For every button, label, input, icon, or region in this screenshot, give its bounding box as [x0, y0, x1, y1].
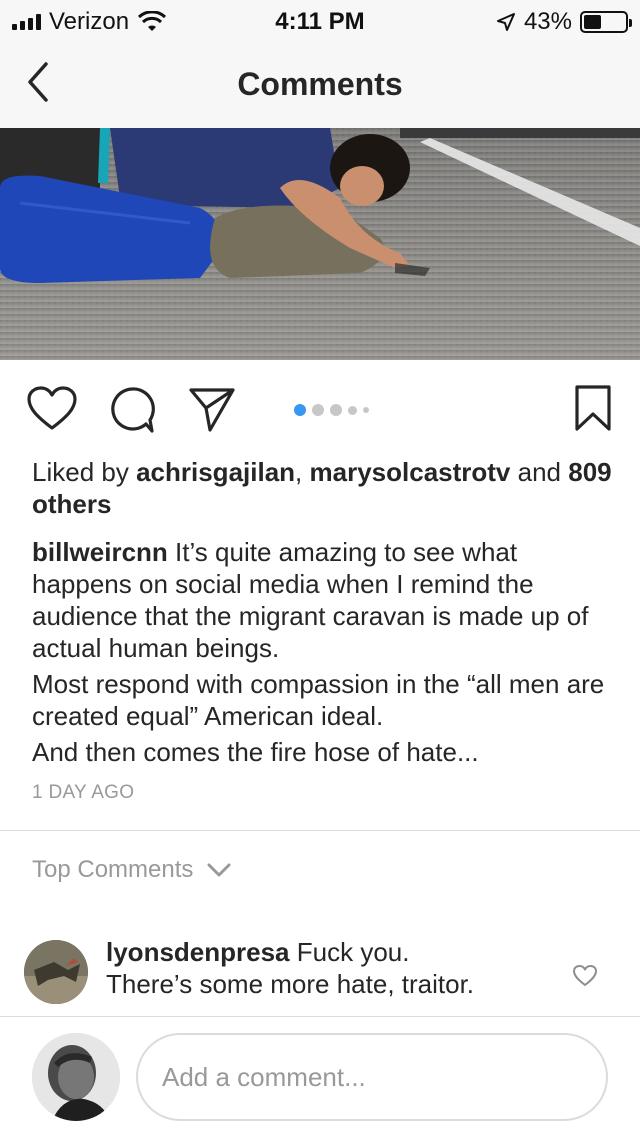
heart-icon [27, 386, 77, 430]
carousel-indicator [294, 404, 369, 416]
carrier-label: Verizon [49, 8, 130, 35]
like-button[interactable] [26, 386, 78, 437]
bookmark-icon [575, 385, 611, 431]
likes-separator: , [295, 457, 303, 487]
caption-paragraph-3: And then comes the fire hose of hate... [32, 737, 479, 767]
battery-fill [584, 15, 602, 29]
comment-item: lyonsdenpresa Fuck you. There’s some mor… [0, 936, 640, 1016]
top-comments-toggle[interactable]: Top Comments [32, 856, 231, 884]
carousel-dot [312, 404, 324, 416]
likes-summary: Liked by achrisgajilan, marysolcastrotv … [32, 456, 612, 520]
post-photo [0, 128, 640, 360]
carousel-dot [330, 404, 342, 416]
post-timestamp: 1 DAY AGO [32, 782, 135, 803]
comment-body: lyonsdenpresa Fuck you. There’s some mor… [106, 936, 556, 1000]
comment-compose-bar [0, 1016, 640, 1136]
carousel-dot [363, 407, 369, 413]
share-button[interactable] [188, 386, 236, 439]
chevron-left-icon [28, 62, 48, 102]
wifi-icon [138, 11, 167, 31]
likes-and: and [517, 457, 562, 487]
status-bar: Verizon 4:11 PM 43% [0, 0, 640, 40]
user-avatar-photo [32, 1033, 120, 1121]
comment-button[interactable] [108, 386, 156, 439]
nav-bar: Comments [0, 40, 640, 128]
carousel-dot [294, 404, 306, 416]
liker-1[interactable]: achrisgajilan [136, 457, 295, 487]
likes-prefix: Liked by [32, 457, 129, 487]
avatar [32, 1033, 120, 1121]
liker-2[interactable]: marysolcastrotv [310, 457, 511, 487]
signal-icon [12, 14, 41, 30]
avatar-photo [24, 940, 88, 1004]
carousel-dot [348, 405, 357, 415]
battery-percent: 43% [523, 8, 572, 35]
status-right: 43% [496, 8, 632, 36]
caption-paragraph-2: Most respond with compassion in the “all… [32, 669, 605, 731]
share-icon [189, 388, 235, 432]
divider [0, 830, 640, 831]
comment-input[interactable] [136, 1033, 608, 1121]
page-title: Comments [237, 66, 403, 102]
comment-text-2: There’s some more hate, traitor. [106, 969, 475, 999]
avatar[interactable] [24, 940, 88, 1004]
status-left: Verizon [12, 8, 167, 36]
comment-like-button[interactable] [572, 964, 598, 993]
battery-icon [580, 11, 632, 33]
location-arrow-icon [496, 13, 515, 31]
caption-paragraph-1: billweircnn It’s quite amazing to see wh… [32, 536, 612, 664]
top-comments-label: Top Comments [32, 856, 194, 883]
post-image[interactable] [0, 128, 640, 360]
comment-icon [111, 387, 155, 433]
back-button[interactable] [20, 58, 60, 106]
heart-icon [573, 965, 597, 986]
bookmark-button[interactable] [574, 384, 612, 437]
comment-author[interactable]: lyonsdenpresa [106, 937, 290, 967]
post-caption: billweircnn It’s quite amazing to see wh… [32, 536, 612, 772]
caption-author[interactable]: billweircnn [32, 537, 168, 567]
comment-text: Fuck you. [296, 937, 410, 967]
chevron-down-icon [207, 863, 231, 877]
